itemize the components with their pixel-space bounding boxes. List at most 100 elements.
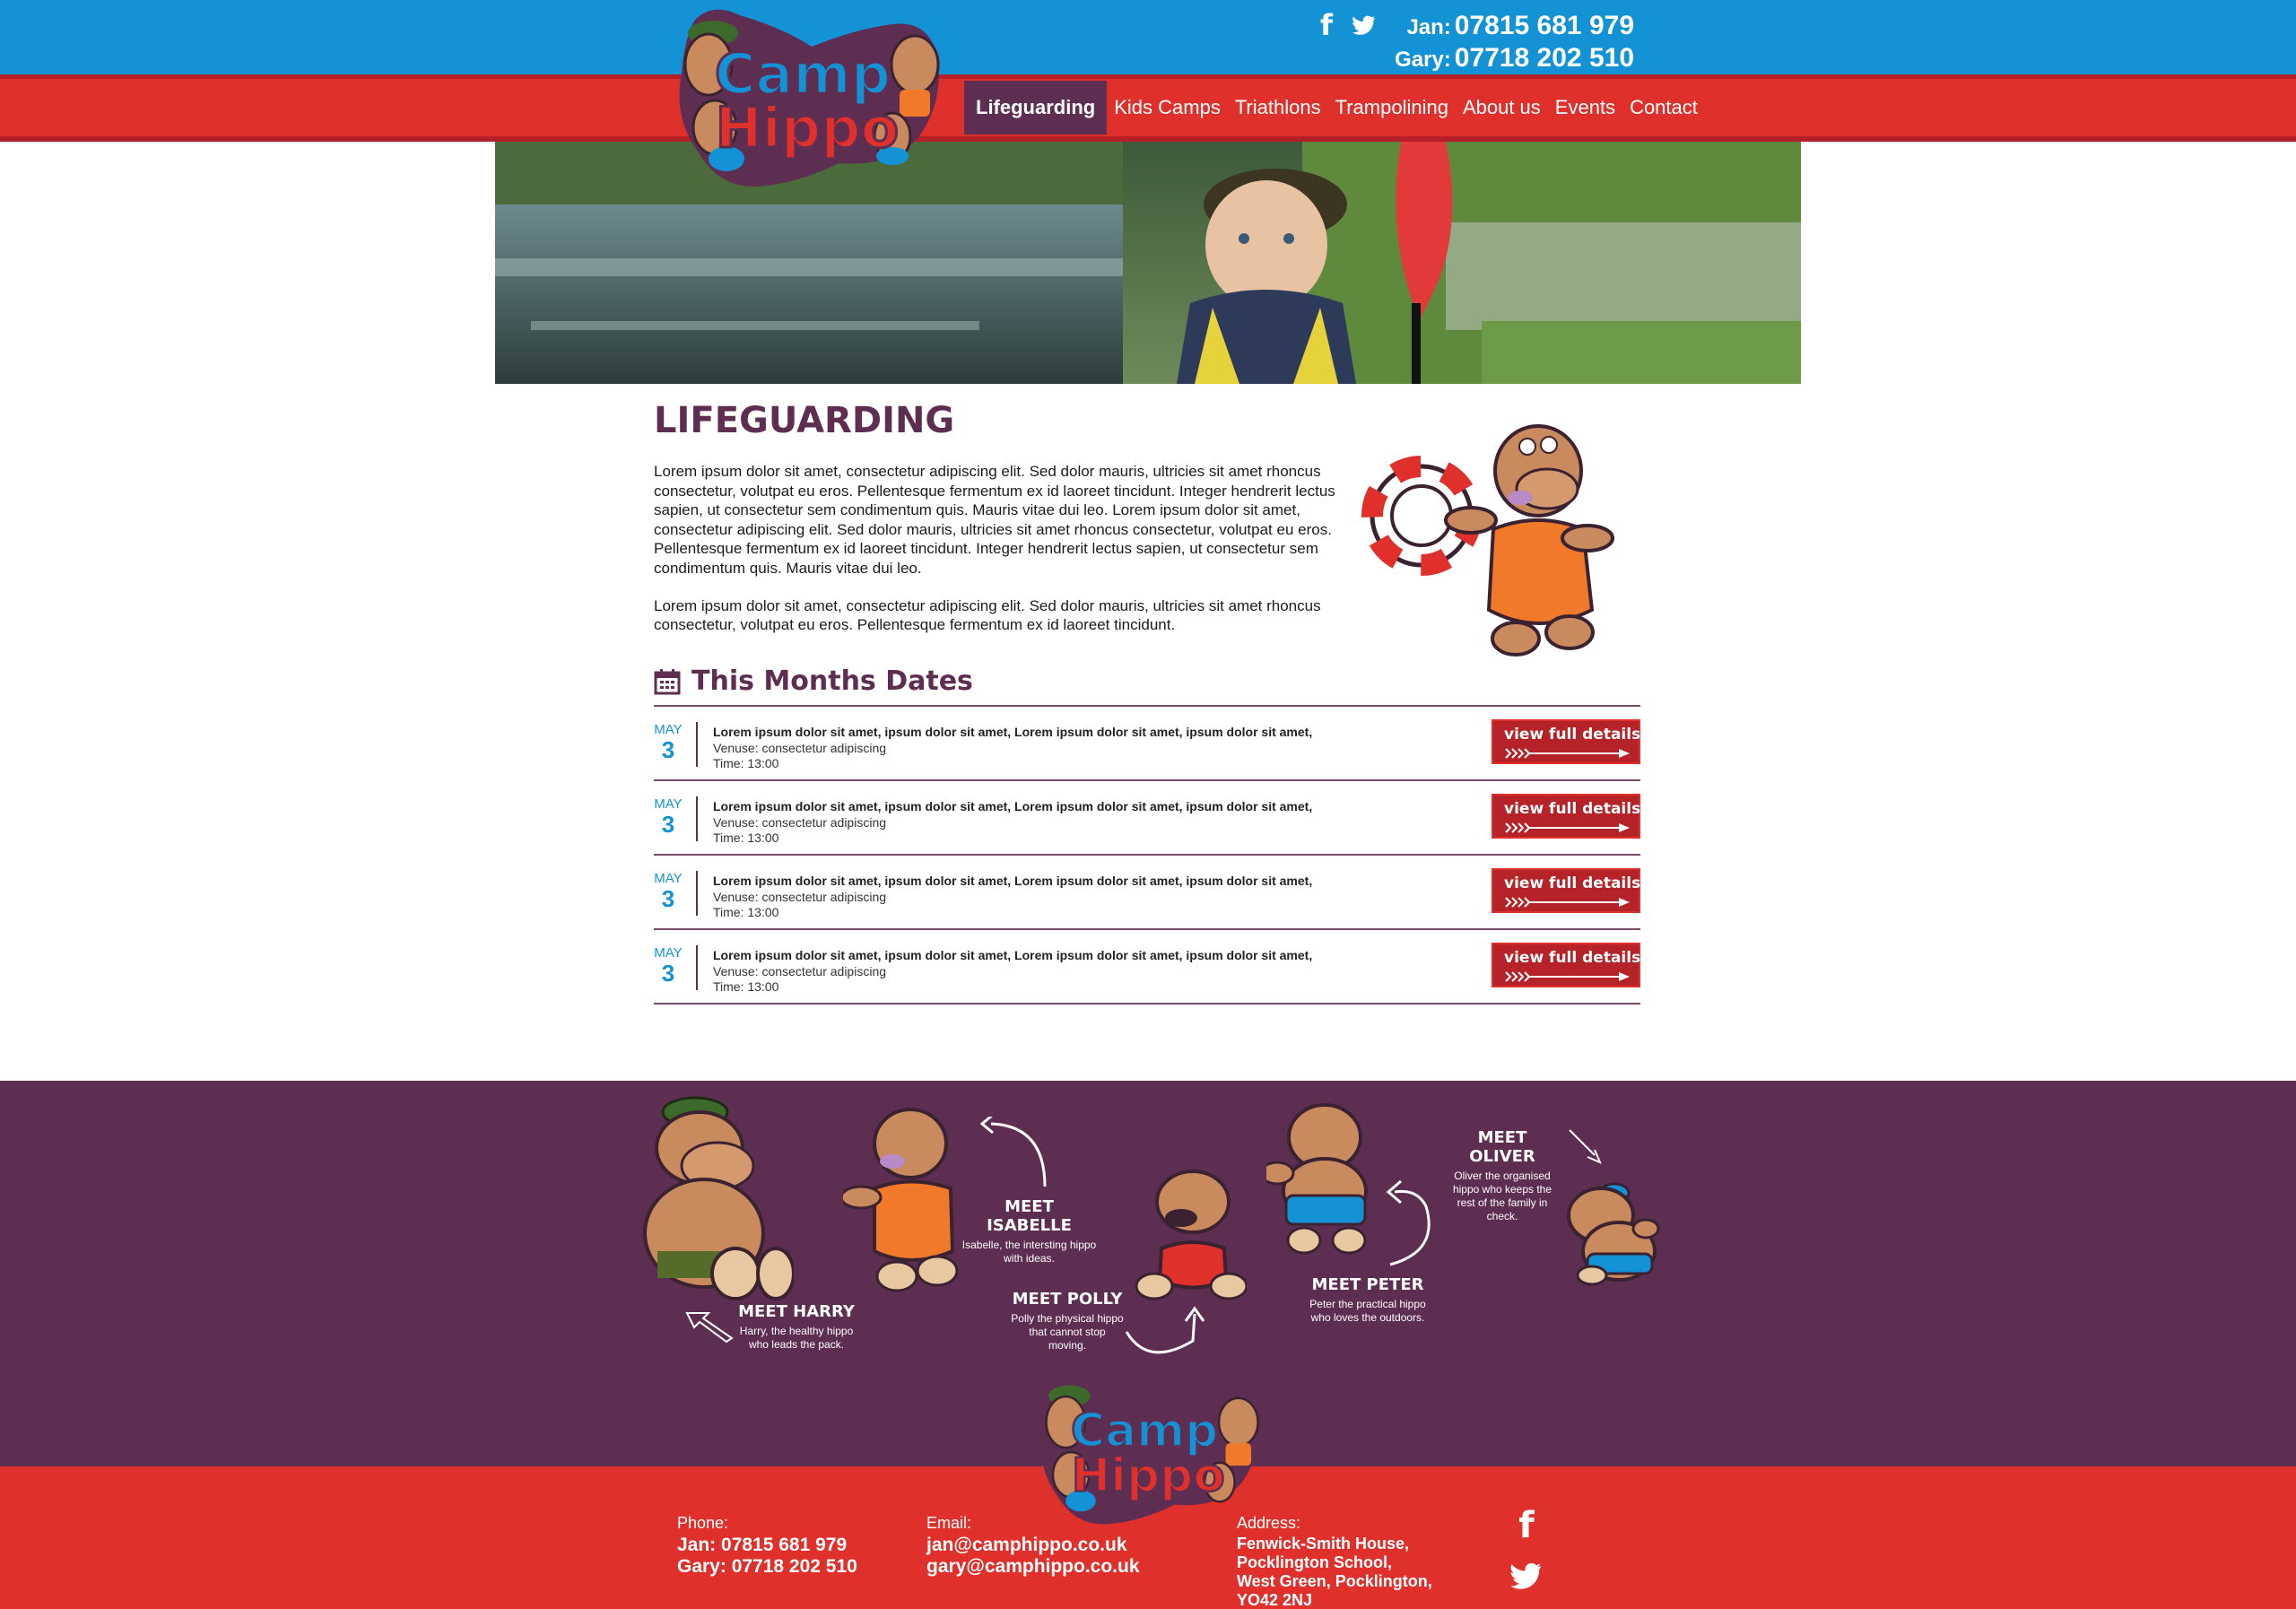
arrow-right-icon <box>1505 748 1630 759</box>
view-full-details-button[interactable]: view full details <box>1492 794 1640 839</box>
facebook-icon[interactable]: f <box>1507 1505 1546 1546</box>
camp-hippo-logo[interactable]: Camp Hippo <box>659 2 948 195</box>
phone-gary[interactable]: Gary: 07718 202 510 <box>1395 43 1634 75</box>
footer-logo[interactable]: Camp Hippo <box>1024 1370 1266 1531</box>
view-full-details-button[interactable]: view full details <box>1492 943 1640 987</box>
event-time: Time: 13:00 <box>713 905 779 919</box>
polly-hippo-illustration[interactable] <box>1135 1168 1247 1307</box>
calendar-icon <box>654 668 681 694</box>
isabelle-desc: Isabelle, the intersting hippo with idea… <box>961 1239 1097 1265</box>
nav-item-triathlons[interactable]: Triathlons <box>1228 81 1328 135</box>
curved-arrow-icon <box>979 1117 1047 1187</box>
twitter-icon[interactable] <box>1352 15 1376 35</box>
event-date: MAY 3 <box>654 796 683 838</box>
nav-item-about-us[interactable]: About us <box>1456 81 1548 135</box>
nav-item-trampolining[interactable]: Trampolining <box>1328 81 1456 135</box>
intro-text: Lorem ipsum dolor sit amet, consectetur … <box>654 462 1335 653</box>
footer-address-line: Fenwick-Smith House, <box>1237 1535 1410 1552</box>
oliver-hippo-illustration[interactable] <box>1556 1175 1664 1287</box>
event-info: Lorem ipsum dolor sit amet, ipsum dolor … <box>713 948 1312 996</box>
dates-heading-text: This Months Dates <box>691 665 973 697</box>
event-info: Lorem ipsum dolor sit amet, ipsum dolor … <box>713 725 1312 772</box>
arrow-outline-icon <box>1569 1129 1602 1164</box>
event-venue: Venuse: consectetur adipiscing <box>713 889 887 904</box>
oliver-name: MEET OLIVER <box>1469 1128 1535 1166</box>
header-phones: Jan: 07815 681 979 Gary: 07718 202 510 <box>1395 11 1634 75</box>
intro-paragraph-2: Lorem ipsum dolor sit amet, consectetur … <box>654 596 1321 634</box>
event-date: MAY 3 <box>654 871 683 912</box>
event-date: MAY 3 <box>654 722 683 763</box>
event-title: Lorem ipsum dolor sit amet, ipsum dolor … <box>713 874 1313 888</box>
footer-address-line: Pocklington School, <box>1237 1553 1393 1571</box>
curved-arrow-icon <box>1386 1179 1431 1266</box>
event-row: MAY 3 Lorem ipsum dolor sit amet, ipsum d… <box>654 930 1640 1005</box>
event-time: Time: 13:00 <box>713 756 779 770</box>
event-venue: Venuse: consectetur adipiscing <box>713 963 887 978</box>
nav-item-contact[interactable]: Contact <box>1622 81 1705 135</box>
harry-name: MEET HARRY <box>738 1302 855 1321</box>
harry-desc: Harry, the healthy hippo who leads the p… <box>739 1325 854 1351</box>
arrow-right-icon <box>1505 897 1630 908</box>
arrow-right-icon <box>1505 971 1630 982</box>
lifeguard-hippo-illustration <box>1361 424 1614 657</box>
peter-hippo-illustration[interactable] <box>1266 1101 1383 1258</box>
footer-social: f <box>1507 1505 1546 1594</box>
main-nav: Lifeguarding Kids Camps Triathlons Tramp… <box>964 81 1705 135</box>
page-title: LIFEGUARDING <box>654 400 955 441</box>
event-title: Lorem ipsum dolor sit amet, ipsum dolor … <box>713 948 1313 962</box>
peter-caption: MEET PETER Peter the practical hippo who… <box>1309 1275 1426 1325</box>
facebook-icon[interactable]: f <box>1320 11 1333 39</box>
footer-phone-jan[interactable]: Jan: 07815 681 979 <box>677 1535 857 1556</box>
logo-text-hippo: Hippo <box>716 95 900 161</box>
event-divider <box>696 945 698 990</box>
footer-phone: Phone: Jan: 07815 681 979 Gary: 07718 20… <box>677 1514 857 1578</box>
footer-email-jan[interactable]: jan@camphippo.co.uk <box>926 1535 1140 1556</box>
harry-hippo-illustration[interactable] <box>632 1090 794 1305</box>
polly-desc: Polly the physical hippo that cannot sto… <box>1011 1312 1124 1352</box>
polly-caption: MEET POLLY Polly the physical hippo that… <box>1009 1290 1126 1352</box>
footer-logo-text-hippo: Hippo <box>1072 1449 1225 1503</box>
oliver-caption: MEET OLIVER Oliver the organised hippo w… <box>1444 1128 1561 1223</box>
event-info: Lorem ipsum dolor sit amet, ipsum dolor … <box>713 874 1312 921</box>
footer-phone-gary[interactable]: Gary: 07718 202 510 <box>677 1556 857 1578</box>
peter-desc: Peter the practical hippo who loves the … <box>1309 1298 1426 1324</box>
peter-name: MEET PETER <box>1311 1275 1424 1294</box>
footer-address-line: West Green, Pocklington, <box>1237 1572 1432 1590</box>
polly-name: MEET POLLY <box>1012 1290 1123 1309</box>
event-title: Lorem ipsum dolor sit amet, ipsum dolor … <box>713 799 1313 813</box>
isabelle-caption: MEET ISABELLE Isabelle, the intersting h… <box>960 1197 1099 1265</box>
footer-phone-label: Phone: <box>677 1514 729 1532</box>
header-social: f <box>1320 11 1376 39</box>
harry-caption: MEET HARRY Harry, the healthy hippo who … <box>734 1302 859 1352</box>
event-divider <box>696 796 698 841</box>
nav-item-kids-camps[interactable]: Kids Camps <box>1107 81 1228 135</box>
arrow-right-icon <box>1505 822 1630 833</box>
phone-jan[interactable]: Jan: 07815 681 979 <box>1395 11 1634 43</box>
isabelle-name: MEET ISABELLE <box>987 1197 1072 1235</box>
intro-paragraph-1: Lorem ipsum dolor sit amet, consectetur … <box>654 463 1335 577</box>
nav-item-events[interactable]: Events <box>1548 81 1622 135</box>
event-divider <box>696 871 698 916</box>
event-venue: Venuse: consectetur adipiscing <box>713 814 887 830</box>
curved-arrow-icon <box>1125 1306 1205 1354</box>
top-bar <box>0 0 2296 74</box>
event-title: Lorem ipsum dolor sit amet, ipsum dolor … <box>713 725 1313 739</box>
view-full-details-button[interactable]: view full details <box>1492 868 1640 913</box>
isabelle-hippo-illustration[interactable] <box>843 1108 969 1296</box>
footer-email-gary[interactable]: gary@camphippo.co.uk <box>926 1556 1140 1578</box>
dates-heading: This Months Dates <box>654 665 973 697</box>
nav-item-lifeguarding[interactable]: Lifeguarding <box>964 81 1108 135</box>
footer-address-line: YO42 2NJ <box>1237 1591 1313 1609</box>
arrow-outline-icon <box>685 1312 734 1344</box>
event-info: Lorem ipsum dolor sit amet, ipsum dolor … <box>713 799 1312 847</box>
event-time: Time: 13:00 <box>713 979 779 994</box>
view-full-details-button[interactable]: view full details <box>1492 719 1640 764</box>
event-row: MAY 3 Lorem ipsum dolor sit amet, ipsum d… <box>654 707 1640 781</box>
event-time: Time: 13:00 <box>713 831 779 845</box>
event-row: MAY 3 Lorem ipsum dolor sit amet, ipsum d… <box>654 856 1640 930</box>
event-date: MAY 3 <box>654 945 683 987</box>
dates-list: MAY 3 Lorem ipsum dolor sit amet, ipsum d… <box>654 705 1640 1005</box>
oliver-desc: Oliver the organised hippo who keeps the… <box>1452 1170 1552 1222</box>
event-row: MAY 3 Lorem ipsum dolor sit amet, ipsum d… <box>654 781 1640 856</box>
twitter-icon[interactable] <box>1510 1562 1543 1589</box>
